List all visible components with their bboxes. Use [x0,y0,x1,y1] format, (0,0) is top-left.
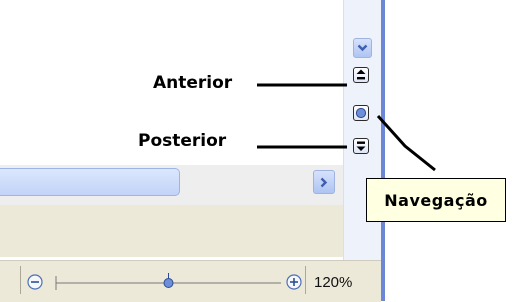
zoom-thumb[interactable] [163,273,174,288]
chevron-right-icon [320,177,328,187]
navigation-tooltip: Navegação [366,178,506,222]
zoom-slider[interactable] [26,270,306,296]
callout-line-navegacao [376,114,436,172]
tooltip-text: Navegação [384,190,488,210]
scroll-right-button[interactable] [313,170,335,194]
horizontal-scroll-thumb[interactable] [0,168,180,196]
gray-panel [0,205,343,257]
zoom-level[interactable]: 120% [314,274,352,291]
zoom-out-icon[interactable] [27,274,43,290]
zoom-in-icon[interactable] [286,274,302,290]
statusbar-separator [20,266,21,294]
